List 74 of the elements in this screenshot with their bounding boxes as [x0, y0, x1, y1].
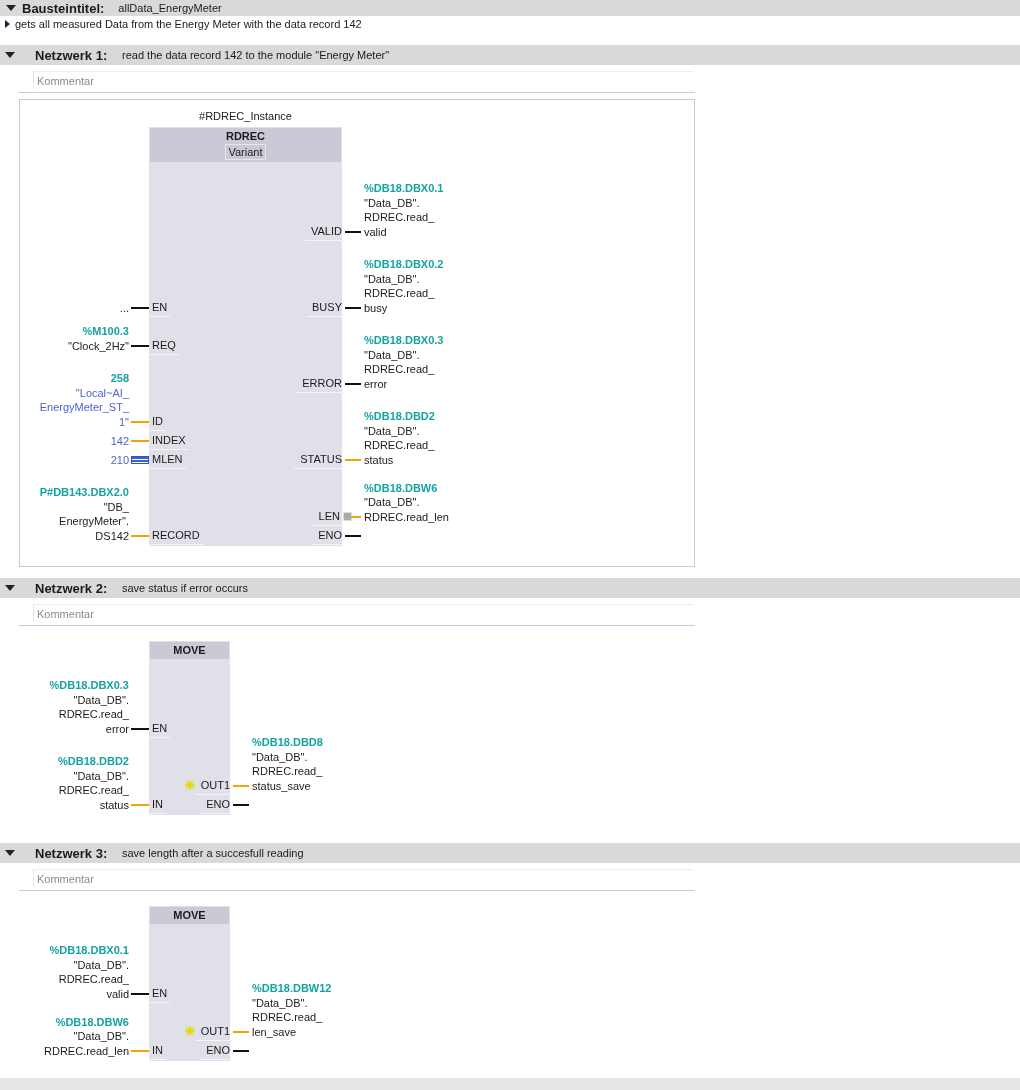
operand-name: 142	[110, 433, 129, 448]
network-title: read the data record 142 to the module "Energy Meter"	[122, 49, 390, 61]
pin-label: ENO	[200, 795, 233, 814]
pin-label: EN	[149, 984, 171, 1003]
triangle-icon[interactable]	[5, 19, 10, 28]
network-label: Netzwerk 3:	[35, 845, 109, 861]
pin-label: OUT1	[194, 776, 233, 795]
pin-label: MLEN	[149, 450, 186, 469]
operand-name: "Data_DB". RDREC.read_ status_save	[252, 749, 323, 793]
operand-address: %DB18.DBD2	[364, 409, 435, 424]
operand-address: %DB18.DBX0.1	[364, 181, 444, 196]
pin-label: REQ	[149, 336, 179, 355]
triangle-icon[interactable]	[5, 52, 15, 58]
triangle-icon[interactable]	[5, 585, 15, 591]
comment-field[interactable]: Kommentar	[33, 604, 693, 622]
pin-label: EN	[149, 719, 171, 738]
connection-line	[233, 1030, 249, 1033]
operand-name: "Data_DB". RDREC.read_len	[44, 1029, 129, 1058]
operand-name: "Data_DB". RDREC.read_ error	[364, 347, 435, 391]
operand-name: "Data_DB". RDREC.read_ valid	[58, 957, 129, 1001]
operand-address: %DB18.DBW6	[55, 1014, 129, 1029]
pin-label: VALID	[305, 222, 345, 241]
pin-label: BUSY	[306, 298, 345, 317]
operand-address: %M100.3	[82, 324, 129, 339]
pin-label: IN	[149, 795, 166, 814]
operand-address: %DB18.DBW6	[364, 480, 438, 495]
pin-label: INDEX	[149, 431, 189, 450]
operand-name: "Data_DB". RDREC.read_len	[364, 495, 449, 524]
pin-label: OUT1	[194, 1022, 233, 1041]
instance-name: #RDREC_Instance	[199, 109, 292, 123]
operand-address: %DB18.DBD8	[252, 735, 323, 750]
block-name: MOVE	[173, 643, 206, 657]
pin-label: EN	[149, 298, 171, 317]
block-title-label: Bausteintitel:	[22, 0, 105, 16]
operand-name: "Data_DB". RDREC.read_ valid	[364, 195, 435, 239]
operand-address: %DB18.DBX0.3	[49, 678, 129, 693]
network-label: Netzwerk 2:	[35, 580, 109, 596]
pin-label: RECORD	[149, 526, 203, 545]
connection-line	[233, 784, 249, 787]
operand-address: %DB18.DBX0.2	[364, 257, 444, 272]
operand-name: "Local~AI_ EnergyMeter_ST_ 1"	[39, 385, 129, 429]
network-title: save status if error occurs	[122, 582, 248, 594]
operand-address: %DB18.DBX0.3	[364, 333, 444, 348]
network-title: save length after a succesfull reading	[122, 847, 304, 859]
operand-address: %DB18.DBW12	[252, 981, 332, 996]
operand-name: "Data_DB". RDREC.read_ error	[58, 692, 129, 736]
pin-label: ERROR	[296, 374, 345, 393]
comment-field[interactable]: Kommentar	[33, 869, 693, 887]
operand-name: "DB_ EnergyMeter". DS142	[59, 499, 129, 543]
operand-address: 258	[110, 371, 129, 386]
network-label: Netzwerk 1:	[35, 47, 109, 63]
pin-label: ID	[149, 412, 166, 431]
comment-field[interactable]: Kommentar	[33, 71, 693, 89]
block-name: RDREC	[225, 129, 266, 143]
triangle-icon[interactable]	[5, 850, 15, 856]
pin-label: ENO	[200, 1041, 233, 1060]
block-comment: gets all measured Data from the Energy Meter with the data record 142	[15, 17, 362, 30]
pin-label: ENO	[312, 526, 345, 545]
operand-name: ...	[119, 300, 129, 315]
operand-address: %DB18.DBD2	[58, 754, 129, 769]
operand-name: "Data_DB". RDREC.read_ status	[58, 768, 129, 812]
block-name: MOVE	[173, 908, 206, 922]
pin-label: IN	[149, 1041, 166, 1060]
operand-name: "Clock_2Hz"	[68, 338, 129, 353]
triangle-icon[interactable]	[6, 5, 16, 11]
operand-address: %DB18.DBX0.1	[49, 943, 129, 958]
operand-address: P#DB143.DBX2.0	[39, 485, 129, 500]
operand-name: "Data_DB". RDREC.read_ len_save	[252, 995, 323, 1039]
operand-name: "Data_DB". RDREC.read_ status	[364, 423, 435, 467]
variant-label: Variant	[225, 144, 266, 160]
block-title-value: allData_EnergyMeter	[118, 2, 222, 14]
pin-label: STATUS	[294, 450, 345, 469]
operand-name: "Data_DB". RDREC.read_ busy	[364, 271, 435, 315]
operand-name: 210	[110, 452, 129, 467]
